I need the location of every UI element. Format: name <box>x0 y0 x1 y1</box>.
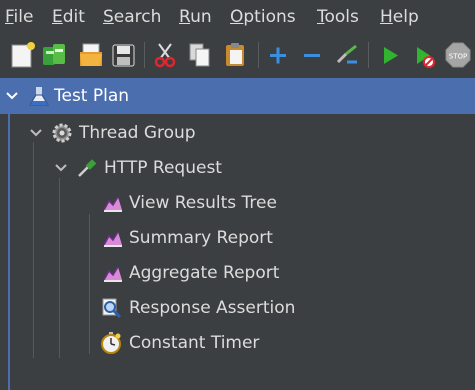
expand-icon <box>270 47 286 64</box>
menu-run[interactable]: Run <box>179 7 212 27</box>
expand-button[interactable] <box>265 40 293 70</box>
stop-label: STOP <box>449 53 467 61</box>
save-button[interactable] <box>110 40 138 70</box>
paste-icon <box>226 43 244 66</box>
tree-node-constant-timer[interactable]: Constant Timer <box>0 328 475 358</box>
listener-chart-icon <box>103 196 122 212</box>
toolbar: STOP <box>0 36 475 74</box>
gear-icon <box>52 123 72 143</box>
save-icon <box>112 44 135 67</box>
tree-node-thread-group[interactable]: Thread Group <box>0 118 475 148</box>
collapse-button[interactable] <box>299 40 327 70</box>
templates-icon <box>43 44 65 65</box>
start-no-timers-button[interactable] <box>410 40 438 70</box>
tree-node-aggregate-report[interactable]: Aggregate Report <box>0 258 475 288</box>
timer-stopwatch-icon <box>101 332 121 354</box>
collapse-icon <box>304 54 320 57</box>
tree-node-test-plan[interactable]: Test Plan <box>0 78 475 114</box>
cut-button[interactable] <box>152 40 180 70</box>
assertion-magnifier-icon <box>102 298 122 319</box>
flask-icon <box>29 87 49 106</box>
chevron-down-icon[interactable] <box>53 160 69 176</box>
tree-node-label: Aggregate Report <box>129 263 280 283</box>
copy-icon <box>189 43 210 67</box>
start-button[interactable] <box>376 40 404 70</box>
toolbar-separator <box>368 42 369 68</box>
menu-bar: File Edit Search Run Options Tools Help <box>0 0 475 34</box>
tree-node-label: Response Assertion <box>129 298 296 318</box>
tree-node-label: Thread Group <box>79 123 196 143</box>
tree-node-http-request[interactable]: HTTP Request <box>0 153 475 183</box>
chevron-down-icon[interactable] <box>28 125 44 141</box>
stop-icon: STOP <box>445 42 471 68</box>
templates-button[interactable] <box>40 40 68 70</box>
tree-node-label: Summary Report <box>129 228 273 248</box>
tree-node-label: Test Plan <box>54 86 130 106</box>
paste-button[interactable] <box>222 40 250 70</box>
listener-chart-icon <box>103 231 122 247</box>
sampler-pipette-icon <box>78 159 97 177</box>
menu-options[interactable]: Options <box>230 7 296 27</box>
tree-node-view-results-tree[interactable]: View Results Tree <box>0 188 475 218</box>
toolbar-separator <box>144 42 145 68</box>
test-plan-tree: Test Plan Thread Group HTTP Request View… <box>0 78 475 390</box>
tree-node-summary-report[interactable]: Summary Report <box>0 223 475 253</box>
start-no-timers-icon <box>417 47 435 68</box>
tree-node-label: Constant Timer <box>129 333 260 353</box>
chevron-down-icon[interactable] <box>4 88 20 104</box>
toolbar-separator <box>258 42 259 68</box>
menu-file[interactable]: File <box>5 7 33 27</box>
open-icon <box>80 43 102 66</box>
tree-node-response-assertion[interactable]: Response Assertion <box>0 293 475 323</box>
toggle-button[interactable] <box>334 40 362 70</box>
tree-node-label: HTTP Request <box>104 158 222 178</box>
tree-node-label: View Results Tree <box>129 193 277 213</box>
menu-tools[interactable]: Tools <box>317 7 359 27</box>
start-icon <box>384 47 398 64</box>
copy-button[interactable] <box>186 40 214 70</box>
menu-search[interactable]: Search <box>103 7 161 27</box>
listener-chart-icon <box>103 266 122 282</box>
menu-edit[interactable]: Edit <box>52 7 85 27</box>
new-button[interactable] <box>9 40 37 70</box>
cut-icon <box>154 43 176 68</box>
new-icon <box>11 42 35 68</box>
stop-button[interactable]: STOP <box>444 40 472 70</box>
menu-help[interactable]: Help <box>380 7 419 27</box>
toggle-icon <box>336 44 357 64</box>
open-button[interactable] <box>78 40 106 70</box>
